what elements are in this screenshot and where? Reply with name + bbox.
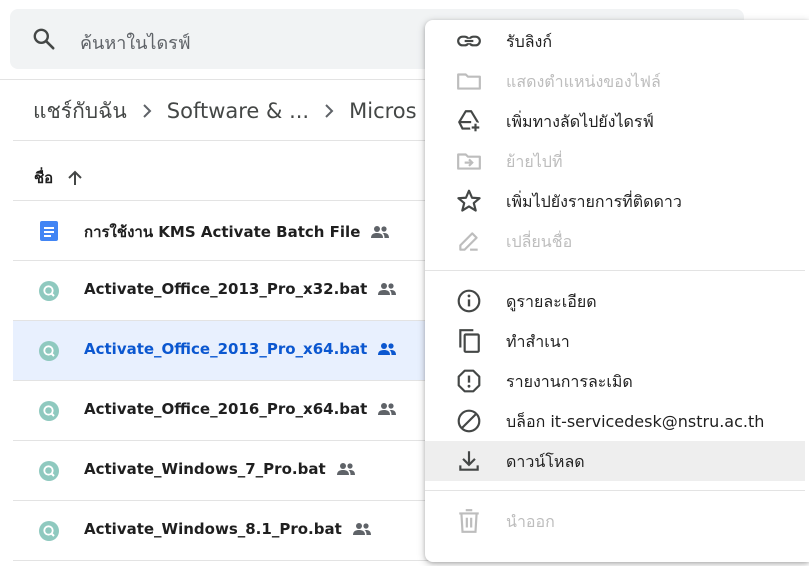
shared-people-icon	[378, 403, 397, 415]
menu-separator	[425, 490, 805, 491]
file-name: การใช้งาน KMS Activate Batch File	[84, 220, 390, 244]
copy-icon	[459, 329, 480, 353]
bat-file-icon	[39, 341, 59, 361]
download-icon	[459, 451, 479, 471]
link-icon	[457, 35, 481, 47]
file-name: Activate_Office_2013_Pro_x32.bat	[84, 280, 397, 298]
bat-file-icon	[39, 281, 59, 301]
menu-separator	[425, 270, 805, 271]
menu-item-add-to-starred[interactable]: เพิ่มไปยังรายการที่ติดดาว	[425, 181, 805, 221]
shared-people-icon	[378, 283, 397, 295]
file-name: Activate_Windows_8.1_Pro.bat	[84, 520, 372, 538]
menu-item-make-copy[interactable]: ทำสำเนา	[425, 321, 805, 361]
breadcrumb-shared-with-me[interactable]: แชร์กับฉัน	[33, 95, 127, 128]
search-input[interactable]: ค้นหาในไดรฟ์	[80, 28, 191, 57]
menu-item-add-shortcut[interactable]: เพิ่มทางลัดไปยังไดรฟ์	[425, 101, 805, 141]
menu-item-show-file-location: แสดงตำแหน่งของไฟล์	[425, 61, 805, 101]
bat-file-icon	[39, 521, 59, 541]
breadcrumb: แชร์กับฉัน Software & ... Micros	[33, 96, 417, 126]
star-icon	[457, 189, 481, 212]
report-icon	[457, 369, 481, 393]
menu-item-view-details[interactable]: ดูรายละเอียด	[425, 281, 805, 321]
bat-file-icon	[39, 401, 59, 421]
name-column-header[interactable]: ชื่อ	[34, 166, 85, 190]
file-name: Activate_Windows_7_Pro.bat	[84, 460, 356, 478]
menu-item-report-abuse[interactable]: รายงานการละเมิด	[425, 361, 805, 401]
menu-item-move-to: ย้ายไปที่	[425, 141, 805, 181]
google-doc-icon	[40, 221, 58, 241]
shared-people-icon	[352, 523, 371, 535]
chevron-right-icon	[309, 99, 349, 123]
menu-item-get-link[interactable]: รับลิงก์	[425, 21, 805, 61]
shared-people-icon	[378, 343, 397, 355]
trash-icon	[459, 509, 479, 533]
info-icon	[457, 289, 481, 313]
menu-item-rename: เปลี่ยนชื่อ	[425, 221, 805, 261]
bat-file-icon	[39, 461, 59, 481]
arrow-up-icon[interactable]	[65, 168, 85, 188]
add-shortcut-icon	[458, 110, 481, 133]
context-menu: รับลิงก์ แสดงตำแหน่งของไฟล์ เพิ่มทางลัดไ…	[425, 20, 809, 562]
move-to-icon	[457, 153, 481, 170]
pencil-icon	[459, 232, 478, 251]
folder-icon	[457, 73, 481, 90]
menu-item-remove: นำออก	[425, 501, 805, 541]
file-name: Activate_Office_2013_Pro_x64.bat	[84, 340, 397, 358]
chevron-right-icon	[127, 99, 167, 123]
search-icon[interactable]	[31, 26, 57, 52]
breadcrumb-software[interactable]: Software & ...	[167, 99, 309, 123]
block-icon	[457, 409, 481, 433]
shared-people-icon	[336, 463, 355, 475]
breadcrumb-current-folder[interactable]: Micros	[349, 99, 416, 123]
column-header-label: ชื่อ	[34, 169, 54, 187]
shared-people-icon	[371, 226, 390, 238]
menu-item-download[interactable]: ดาวน์โหลด	[425, 441, 805, 481]
file-name: Activate_Office_2016_Pro_x64.bat	[84, 400, 397, 418]
menu-item-block-user[interactable]: บล็อก it-servicedesk@nstru.ac.th	[425, 401, 805, 441]
